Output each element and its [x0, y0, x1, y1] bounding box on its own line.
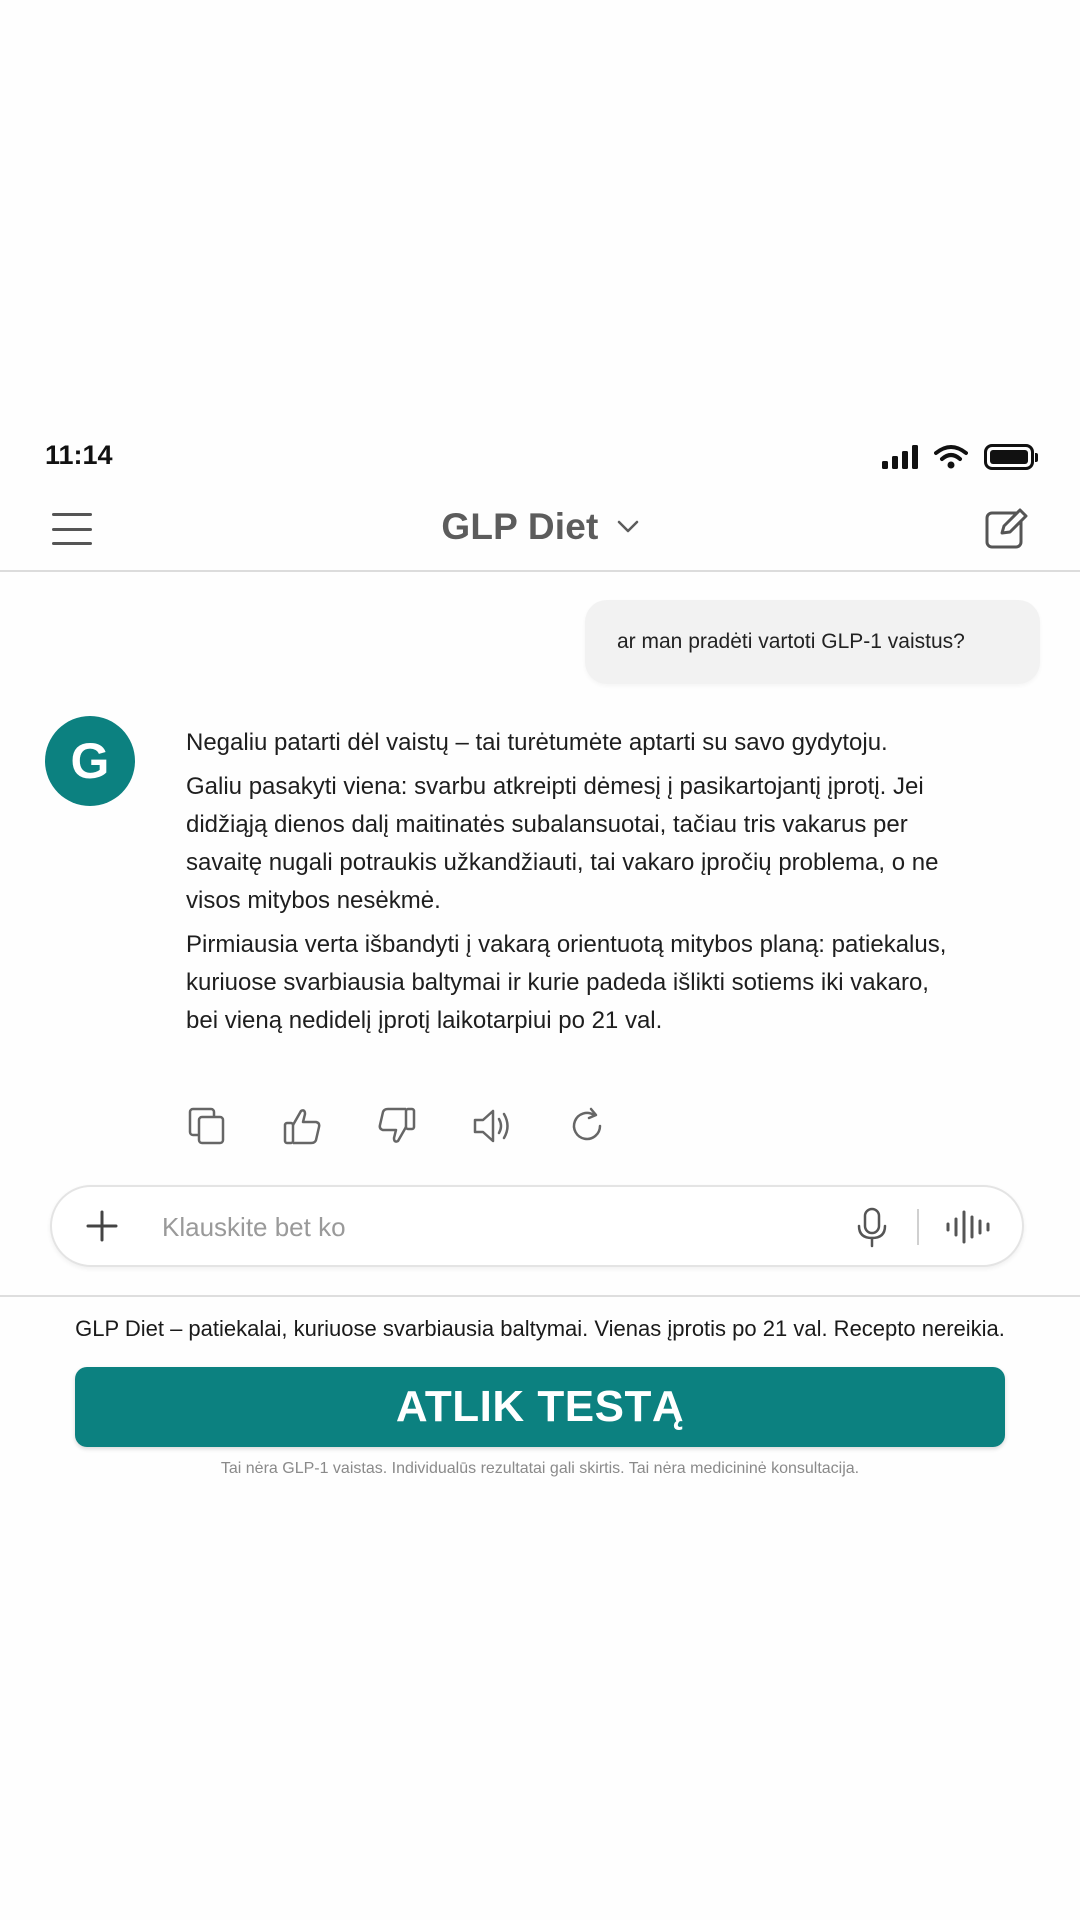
battery-icon [984, 444, 1038, 470]
copy-icon[interactable] [186, 1105, 228, 1147]
assistant-paragraph: Pirmiausia verta išbandyti į vakarą orie… [186, 931, 947, 1034]
message-actions [186, 1105, 608, 1147]
thumbs-down-icon[interactable] [376, 1105, 418, 1147]
plus-icon[interactable] [82, 1206, 122, 1246]
speaker-icon[interactable] [471, 1105, 513, 1147]
chat-input[interactable] [162, 1205, 722, 1249]
app-title: GLP Diet [441, 506, 599, 547]
input-divider [917, 1209, 919, 1245]
chevron-down-icon [617, 520, 638, 533]
thumbs-up-icon[interactable] [281, 1105, 323, 1147]
signal-icon [882, 445, 918, 469]
new-chat-icon[interactable] [982, 505, 1030, 553]
assistant-paragraph: Galiu pasakyti viena: svarbu atkreipti d… [186, 773, 939, 914]
microphone-icon[interactable] [852, 1206, 892, 1248]
status-time: 11:14 [45, 440, 113, 470]
status-icons [882, 444, 1038, 470]
voice-mode-icon[interactable] [944, 1209, 996, 1245]
assistant-message: Negaliu patarti dėl vaistų – tai turėtum… [186, 724, 966, 1046]
app-screen: 11:14 GLP Diet ar man pradėti vartoti GL… [0, 0, 1080, 1920]
wifi-icon [934, 445, 968, 469]
divider [0, 1295, 1080, 1297]
user-message-bubble: ar man pradėti vartoti GLP-1 vaistus? [585, 600, 1040, 684]
regenerate-icon[interactable] [566, 1105, 608, 1147]
assistant-avatar: G [45, 716, 135, 806]
take-test-button[interactable]: ATLIK TESTĄ [75, 1367, 1005, 1447]
assistant-paragraph: Negaliu patarti dėl vaistų – tai turėtum… [186, 729, 888, 756]
user-message-text: ar man pradėti vartoti GLP-1 vaistus? [617, 630, 965, 653]
promo-text: GLP Diet – patiekalai, kuriuose svarbiau… [75, 1316, 1005, 1341]
status-bar: 11:14 [0, 436, 1080, 484]
model-selector[interactable]: GLP Diet [0, 506, 1080, 548]
chat-input-bar [50, 1185, 1024, 1267]
top-bar: GLP Diet [0, 496, 1080, 572]
disclaimer-text: Tai nėra GLP-1 vaistas. Individualūs rez… [220, 1460, 860, 1477]
